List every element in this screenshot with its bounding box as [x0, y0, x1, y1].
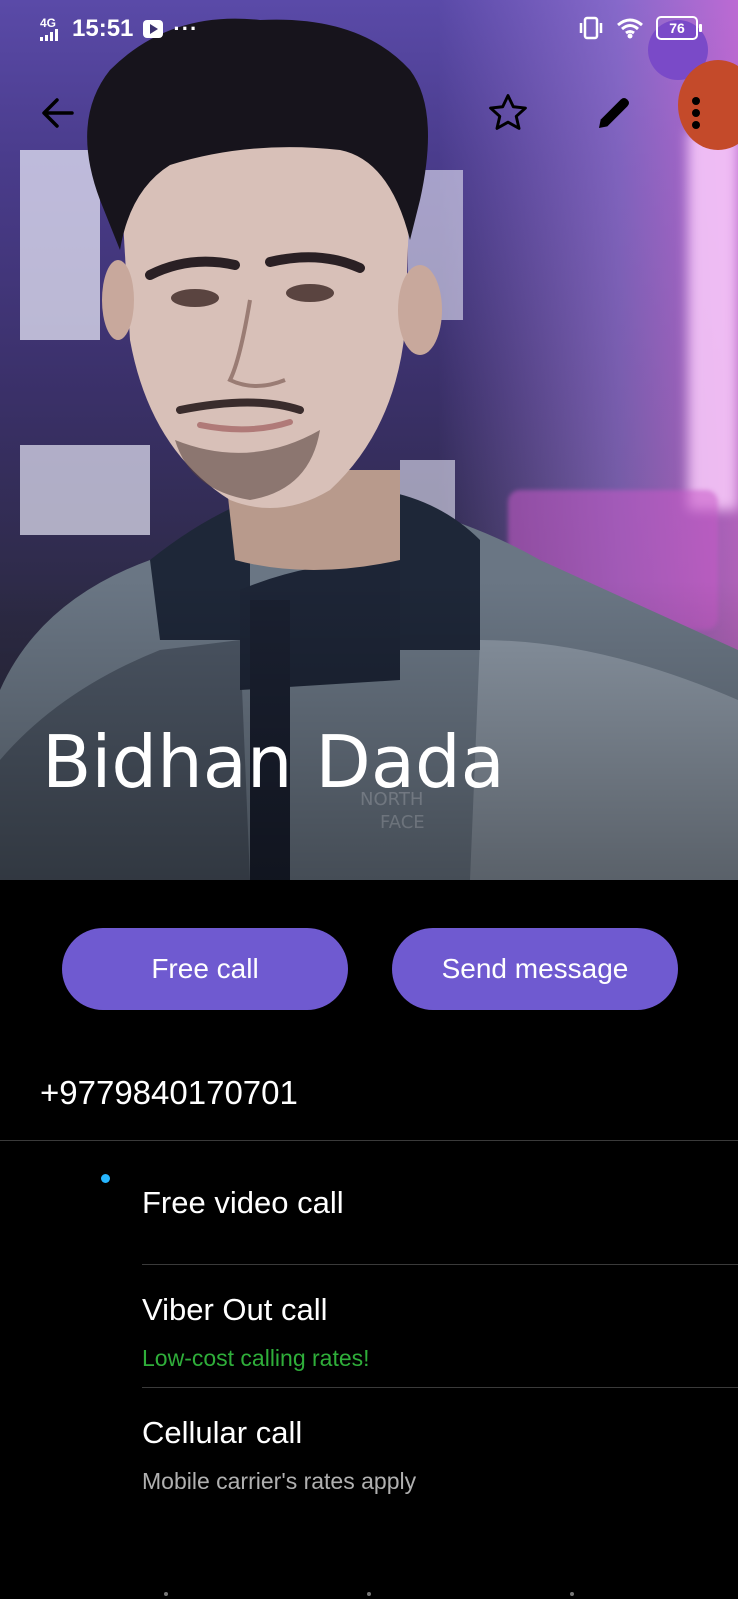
signal-icon	[40, 29, 58, 41]
option-subtitle: Mobile carrier's rates apply	[142, 1468, 417, 1494]
edit-contact-button[interactable]	[586, 85, 642, 141]
more-options-button[interactable]	[668, 85, 724, 141]
more-vertical-icon	[692, 97, 700, 129]
wifi-icon	[617, 18, 643, 39]
star-outline-icon	[489, 94, 527, 130]
free-call-button[interactable]: Free call	[62, 928, 348, 1010]
network-indicator: 4G	[40, 17, 62, 41]
option-title: Cellular call	[142, 1415, 303, 1450]
network-type-label: 4G	[40, 16, 57, 30]
status-bar: 4G 15:51 ··· 76	[0, 0, 738, 56]
favorite-button[interactable]	[480, 85, 536, 141]
youtube-notification-icon	[143, 20, 164, 38]
cellular-call-option[interactable]: Cellular call Mobile carrier's rates app…	[0, 1388, 738, 1511]
arrow-left-icon	[42, 98, 74, 128]
contact-actions: Free call Send message	[0, 928, 738, 1012]
contact-toolbar	[0, 85, 738, 145]
status-time: 15:51	[72, 15, 134, 42]
more-notifications-icon: ···	[173, 16, 199, 41]
call-options-list: Free video call Viber Out call Low-cost …	[0, 1142, 738, 1511]
nav-dot	[367, 1592, 371, 1596]
send-message-button[interactable]: Send message	[392, 928, 678, 1010]
nav-dot	[164, 1592, 168, 1596]
option-title: Free video call	[142, 1185, 344, 1220]
navigation-bar-hint	[0, 1592, 738, 1599]
phone-number[interactable]: +9779840170701	[40, 1074, 298, 1112]
back-button[interactable]	[30, 85, 86, 141]
option-title: Viber Out call	[142, 1292, 328, 1327]
option-subtitle: Low-cost calling rates!	[142, 1345, 370, 1371]
contact-name: Bidhan Dada	[42, 720, 505, 804]
nav-dot	[570, 1592, 574, 1596]
pencil-icon	[599, 98, 629, 128]
viber-out-call-option[interactable]: Viber Out call Low-cost calling rates!	[0, 1265, 738, 1388]
battery-icon: 76	[656, 16, 702, 40]
divider	[0, 1140, 738, 1141]
free-video-call-option[interactable]: Free video call	[0, 1142, 738, 1265]
vibrate-icon	[579, 16, 603, 40]
